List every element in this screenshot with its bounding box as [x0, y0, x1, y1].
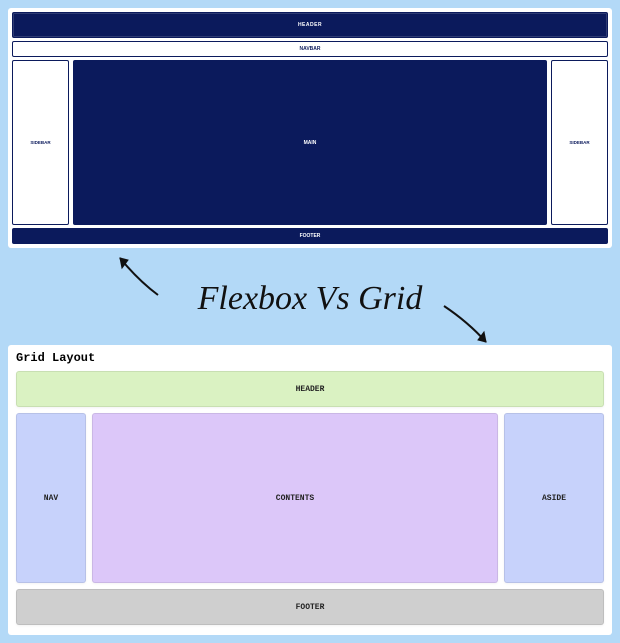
- grid-contents-label: CONTENTS: [276, 494, 314, 503]
- grid-aside-region: ASIDE: [504, 413, 604, 583]
- grid-header-label: HEADER: [296, 385, 325, 394]
- grid-panel-title: Grid Layout: [16, 351, 604, 365]
- flex-footer-region: FOOTER: [12, 228, 608, 244]
- flex-main-region: MAIN: [73, 60, 547, 225]
- flex-header-region: HEADER: [12, 12, 608, 38]
- flex-sidebar-left: SIDEBAR: [12, 60, 69, 225]
- grid-example-panel: Grid Layout HEADER NAV CONTENTS ASIDE FO…: [8, 345, 612, 635]
- grid-contents-region: CONTENTS: [92, 413, 498, 583]
- flex-navbar-region: NAVBAR: [12, 41, 608, 57]
- arrow-to-grid-icon: [438, 300, 498, 350]
- flex-sidebar-left-label: SIDEBAR: [30, 140, 50, 145]
- flex-sidebar-right: SIDEBAR: [551, 60, 608, 225]
- grid-footer-label: FOOTER: [296, 603, 325, 612]
- grid-nav-label: NAV: [44, 494, 58, 503]
- grid-nav-region: NAV: [16, 413, 86, 583]
- grid-aside-label: ASIDE: [542, 494, 566, 503]
- grid-header-region: HEADER: [16, 371, 604, 407]
- flexbox-example-panel: HEADER NAVBAR SIDEBAR MAIN SIDEBAR FOOTE…: [8, 8, 612, 248]
- flex-sidebar-right-label: SIDEBAR: [569, 140, 589, 145]
- flex-main-label: MAIN: [304, 140, 317, 146]
- flex-navbar-label: NAVBAR: [299, 46, 320, 52]
- grid-layout-container: HEADER NAV CONTENTS ASIDE FOOTER: [16, 371, 604, 625]
- flex-header-label: HEADER: [298, 22, 322, 28]
- flex-middle-row: SIDEBAR MAIN SIDEBAR: [12, 60, 608, 225]
- comparison-title: Flexbox Vs Grid: [0, 280, 620, 318]
- grid-footer-region: FOOTER: [16, 589, 604, 625]
- flex-footer-label: FOOTER: [300, 233, 321, 239]
